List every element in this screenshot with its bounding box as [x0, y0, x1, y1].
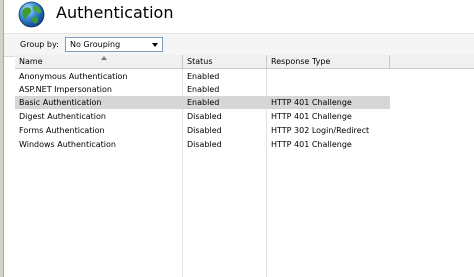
cell-status: Disabled — [187, 140, 222, 149]
cell-response-type — [267, 70, 271, 83]
globe-icon — [18, 1, 45, 28]
grid-header: Name Status Response Type — [15, 55, 474, 69]
features-grid: Name Status Response Type Anonymous Auth… — [15, 55, 474, 277]
table-row[interactable]: ASP.NET Impersonation Enabled — [15, 83, 390, 96]
page-header: Authentication — [4, 0, 474, 30]
cell-status: Enabled — [187, 72, 220, 81]
cell-response-type: HTTP 401 Challenge — [271, 140, 352, 149]
cell-name: Forms Authentication — [19, 126, 105, 135]
column-header-response-type[interactable]: Response Type — [267, 55, 390, 68]
cell-response-type: HTTP 302 Login/Redirect — [271, 126, 370, 135]
group-by-label: Group by: — [20, 40, 59, 49]
column-header-name-label: Name — [19, 57, 43, 66]
column-header-status[interactable]: Status — [183, 55, 267, 68]
table-row[interactable]: Digest Authentication Disabled HTTP 401 … — [15, 110, 390, 123]
cell-name: Basic Authentication — [19, 98, 102, 107]
cell-name: ASP.NET Impersonation — [19, 85, 112, 94]
cell-name: Digest Authentication — [19, 112, 106, 121]
table-row[interactable]: Anonymous Authentication Enabled — [15, 70, 390, 83]
cell-response-type — [267, 83, 271, 96]
chevron-down-icon — [152, 43, 158, 47]
group-by-value: No Grouping — [70, 40, 121, 49]
cell-status: Disabled — [187, 126, 222, 135]
grouping-toolbar: Group by: No Grouping — [4, 33, 474, 57]
cell-name: Anonymous Authentication — [19, 72, 128, 81]
authentication-feature-page: Authentication Group by: No Grouping Nam… — [0, 0, 474, 277]
cell-name: Windows Authentication — [19, 140, 116, 149]
cell-status: Enabled — [187, 98, 220, 107]
table-row[interactable]: Forms Authentication Disabled HTTP 302 L… — [15, 124, 390, 137]
table-row[interactable]: Windows Authentication Disabled HTTP 401… — [15, 138, 390, 151]
page-title: Authentication — [56, 3, 174, 22]
cell-response-type: HTTP 401 Challenge — [271, 98, 352, 107]
group-by-select[interactable]: No Grouping — [65, 37, 163, 52]
table-row-selected[interactable]: Basic Authentication Enabled HTTP 401 Ch… — [15, 96, 390, 109]
cell-status: Disabled — [187, 112, 222, 121]
column-header-status-label: Status — [187, 57, 213, 66]
cell-response-type: HTTP 401 Challenge — [271, 112, 352, 121]
sort-ascending-icon — [101, 56, 107, 60]
column-header-response-type-label: Response Type — [271, 57, 331, 66]
column-header-name[interactable]: Name — [15, 55, 183, 68]
cell-status: Enabled — [187, 85, 220, 94]
group-by-dropdown-button[interactable] — [150, 38, 162, 51]
